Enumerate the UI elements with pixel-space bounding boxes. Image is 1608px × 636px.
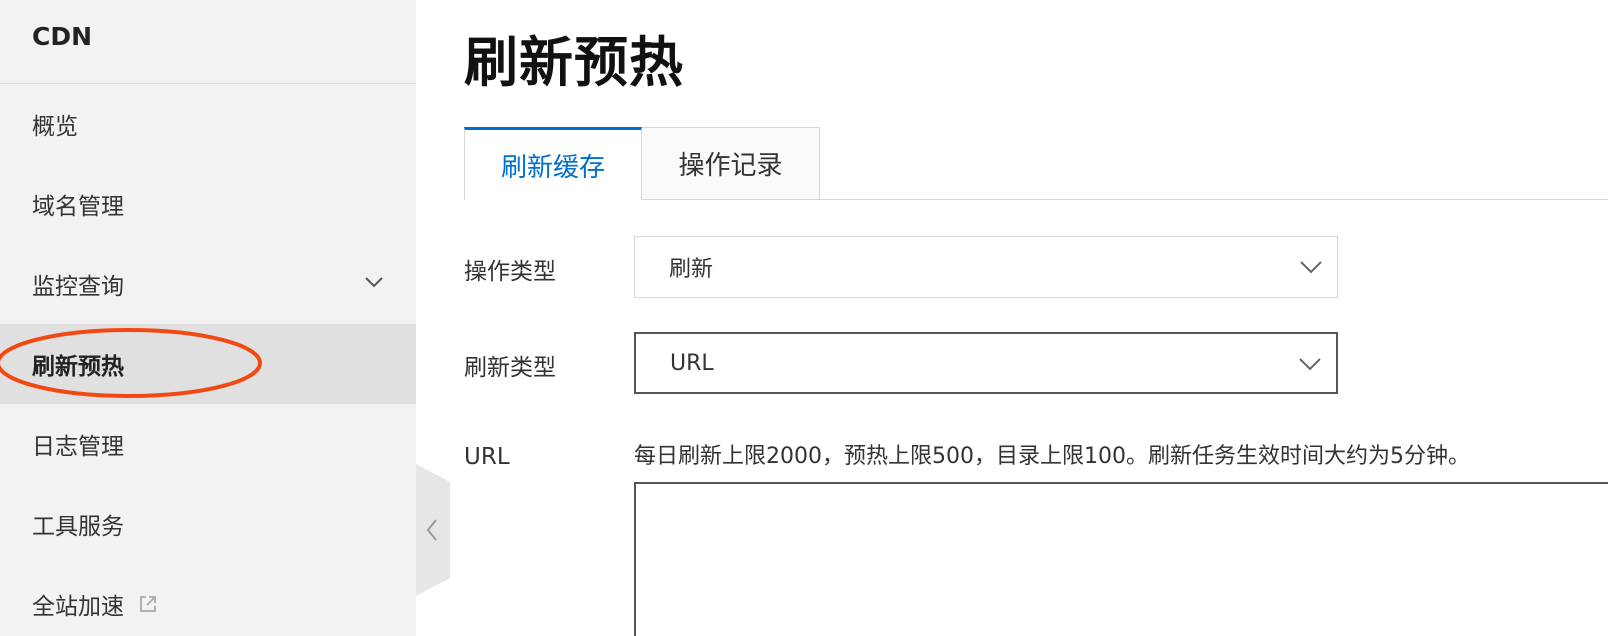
sidebar-header: CDN	[0, 0, 416, 84]
sidebar-item-refresh-preload[interactable]: 刷新预热	[0, 324, 416, 404]
sidebar-item-label: 工具服务	[32, 514, 124, 540]
tab-label: 刷新缓存	[500, 152, 605, 183]
chevron-down-icon	[1300, 261, 1322, 274]
sidebar-item-log-management[interactable]: 日志管理	[0, 404, 416, 484]
chevron-down-icon[interactable]	[364, 272, 384, 292]
url-hint-text: 每日刷新上限2000，预热上限500，目录上限100。刷新任务生效时间大约为5分…	[634, 444, 1470, 469]
tab-operation-records[interactable]: 操作记录	[642, 127, 820, 199]
sidebar-item-label: 概览	[32, 114, 78, 140]
operation-type-label: 操作类型	[464, 259, 556, 285]
sidebar: CDN 概览 域名管理 监控查询 刷新预热 日志管理 工具服务 全站加速	[0, 0, 416, 636]
sidebar-item-overview[interactable]: 概览	[0, 84, 416, 164]
sidebar-item-label: 日志管理	[32, 434, 124, 460]
operation-type-value: 刷新	[669, 257, 714, 282]
operation-type-select[interactable]: 刷新	[634, 236, 1338, 298]
brand-title: CDN	[32, 22, 93, 51]
refresh-type-select[interactable]: URL	[634, 332, 1338, 394]
url-textarea[interactable]	[634, 482, 1608, 636]
sidebar-item-monitoring[interactable]: 监控查询	[0, 244, 416, 324]
chevron-down-icon	[1299, 358, 1321, 371]
tab-refresh-cache[interactable]: 刷新缓存	[464, 127, 642, 200]
tab-label: 操作记录	[678, 151, 783, 181]
sidebar-collapse-handle[interactable]	[416, 464, 450, 596]
sidebar-item-tool-services[interactable]: 工具服务	[0, 484, 416, 564]
refresh-type-label: 刷新类型	[464, 355, 556, 381]
sidebar-item-domain-management[interactable]: 域名管理	[0, 164, 416, 244]
sidebar-item-site-acceleration[interactable]: 全站加速	[0, 564, 416, 636]
sidebar-item-label: 监控查询	[32, 274, 124, 300]
page-title: 刷新预热	[464, 31, 684, 94]
sidebar-item-label: 全站加速	[32, 594, 124, 620]
main-content: 刷新预热 刷新缓存 操作记录 操作类型 刷新 刷新类型 URL URL 每日刷新…	[464, 0, 1608, 636]
tab-bar: 刷新缓存 操作记录	[464, 127, 1608, 200]
sidebar-item-label: 刷新预热	[32, 354, 124, 380]
sidebar-item-label: 域名管理	[32, 194, 124, 220]
app: CDN 概览 域名管理 监控查询 刷新预热 日志管理 工具服务 全站加速 刷新预…	[0, 0, 1608, 636]
external-link-icon	[140, 596, 156, 612]
refresh-type-value: URL	[670, 350, 714, 376]
url-label: URL	[464, 444, 510, 470]
